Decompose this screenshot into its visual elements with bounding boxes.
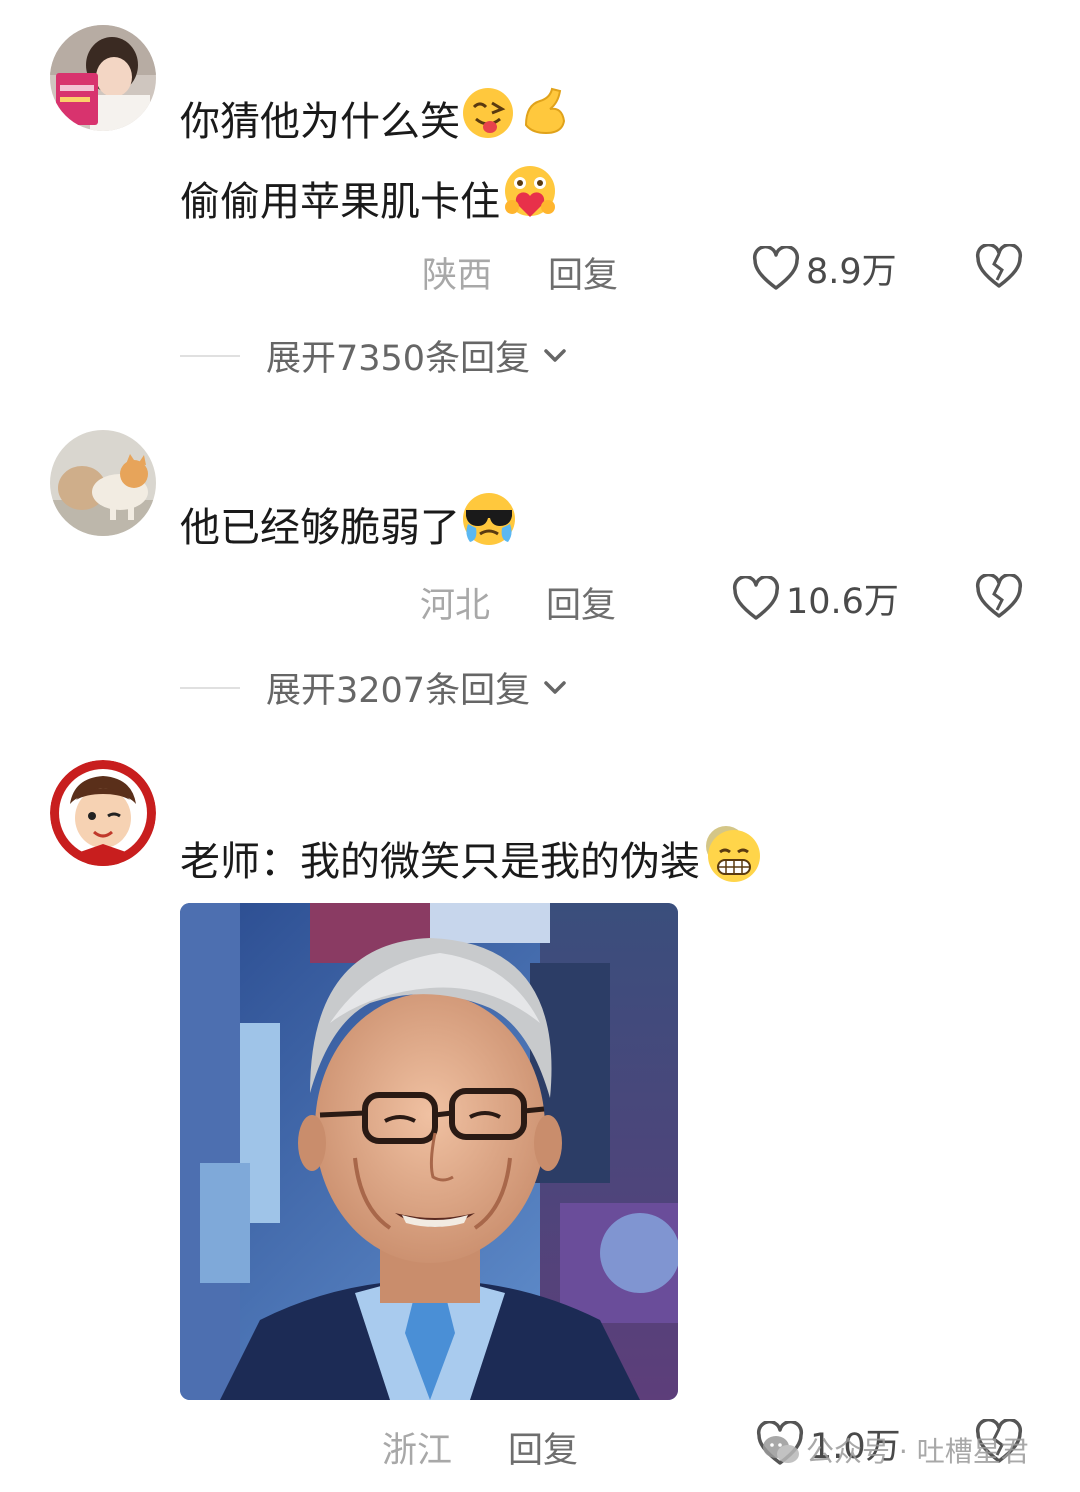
comment-text: 你猜他为什么笑 偷偷用苹果肌卡住: [180, 85, 572, 245]
like-count: 8.9万: [806, 252, 897, 292]
broken-heart-icon: [975, 243, 1023, 288]
expand-replies-button[interactable]: 展开7350条回复: [180, 330, 572, 381]
region-label: 浙江: [382, 1431, 453, 1471]
user-avatar[interactable]: [50, 430, 156, 536]
comment-line: 你猜他为什么笑: [180, 99, 460, 145]
heart-icon: [752, 245, 800, 290]
sunglasses-crying-emoji-icon: [460, 490, 518, 570]
region-label: 陕西: [422, 256, 493, 296]
like-button[interactable]: 10.6万: [732, 573, 899, 624]
comment-line: 老师：我的微笑只是我的伪装: [180, 839, 700, 885]
watermark-text: 公众号 · 吐槽星君: [806, 1435, 1029, 1468]
reply-button[interactable]: 回复: [508, 1422, 578, 1473]
grimacing-emoji-icon: [700, 822, 762, 906]
wechat-icon: [763, 1436, 799, 1463]
watermark: 公众号 · 吐槽星君: [762, 1430, 1029, 1470]
expand-replies-button[interactable]: 展开3207条回复: [180, 662, 572, 713]
chevron-down-icon: [544, 348, 566, 362]
reply-button[interactable]: 回复: [546, 577, 616, 628]
divider: [180, 354, 240, 357]
comment-text: 老师：我的微笑只是我的伪装: [180, 822, 762, 906]
reply-button[interactable]: 回复: [548, 247, 618, 298]
dislike-button[interactable]: [975, 243, 1023, 294]
chevron-down-icon: [544, 680, 566, 694]
comment-text: 他已经够脆弱了: [180, 490, 518, 570]
flexed-arm-emoji-icon: [516, 85, 572, 163]
broken-heart-icon: [975, 573, 1023, 618]
comment-line: 偷偷用苹果肌卡住: [180, 179, 500, 225]
comment-image[interactable]: [180, 903, 678, 1400]
user-avatar[interactable]: [50, 25, 156, 131]
expand-replies-label: 展开7350条回复: [266, 339, 531, 379]
expand-replies-label: 展开3207条回复: [266, 671, 531, 711]
comment-line: 他已经够脆弱了: [180, 505, 460, 551]
like-count: 10.6万: [786, 582, 899, 622]
winking-tongue-emoji-icon: [460, 85, 516, 163]
heart-icon: [732, 575, 780, 620]
divider: [180, 686, 240, 689]
region-label: 河北: [420, 586, 491, 626]
like-button[interactable]: 8.9万: [752, 243, 897, 294]
user-avatar[interactable]: [50, 760, 156, 866]
hugging-heart-emoji-icon: [500, 163, 560, 245]
dislike-button[interactable]: [975, 573, 1023, 624]
